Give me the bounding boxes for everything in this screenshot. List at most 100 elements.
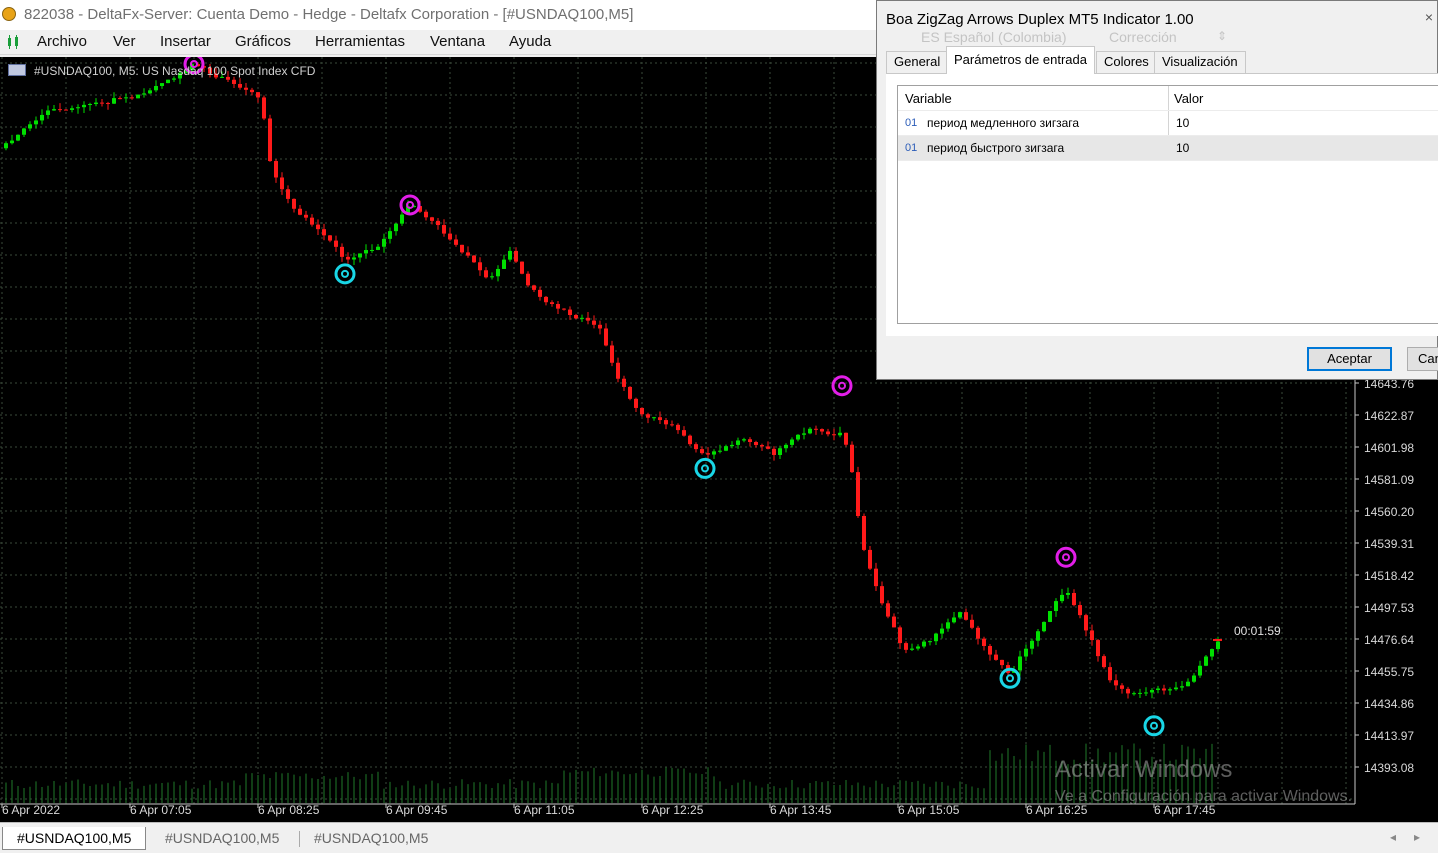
bar-countdown-timer: 00:01:59 bbox=[1234, 624, 1281, 638]
chart-tab-3[interactable]: #USNDAQ100,M5 bbox=[300, 827, 442, 849]
bullish-candle bbox=[136, 94, 140, 99]
menu-ventana[interactable]: Ventana bbox=[430, 33, 485, 50]
bullish-candle bbox=[508, 250, 512, 260]
bearish-candle bbox=[994, 654, 998, 660]
bearish-candle bbox=[484, 270, 488, 278]
bullish-candle bbox=[1060, 594, 1064, 602]
bullish-candle bbox=[490, 276, 494, 278]
column-variable[interactable]: Variable bbox=[905, 86, 952, 110]
bearish-candle bbox=[982, 638, 986, 646]
bearish-candle bbox=[538, 289, 542, 297]
bullish-candle bbox=[1150, 690, 1154, 693]
bearish-candle bbox=[1096, 640, 1100, 657]
table-row[interactable]: 01 период быстрого зигзага 10 bbox=[898, 136, 1438, 160]
chart-menu-icon[interactable] bbox=[6, 35, 20, 49]
bullish-candle bbox=[370, 249, 374, 251]
menu-ver[interactable]: Ver bbox=[113, 33, 136, 50]
bearish-candle bbox=[964, 612, 968, 620]
bearish-candle bbox=[328, 235, 332, 241]
x-tick-label: 6 Apr 13:45 bbox=[770, 803, 832, 817]
bearish-candle bbox=[688, 435, 692, 445]
param-value[interactable]: 10 bbox=[1176, 111, 1189, 135]
menu-archivo[interactable]: Archivo bbox=[37, 33, 87, 50]
tab-general[interactable]: General bbox=[886, 51, 949, 75]
bearish-candle bbox=[1114, 680, 1118, 686]
tab-visualization[interactable]: Visualización bbox=[1154, 51, 1246, 75]
bullish-candle bbox=[76, 107, 80, 109]
bearish-candle bbox=[772, 448, 776, 455]
bullish-candle bbox=[1132, 693, 1136, 695]
bullish-candle bbox=[154, 86, 158, 91]
bearish-candle bbox=[292, 198, 296, 209]
language-indicator: ES Español (Colombia) bbox=[921, 29, 1067, 45]
integer-param-icon: 01 bbox=[905, 142, 918, 154]
bullish-candle bbox=[1186, 681, 1190, 687]
bullish-candle bbox=[364, 250, 368, 254]
bullish-candle bbox=[70, 108, 74, 110]
bullish-candle bbox=[916, 646, 920, 649]
flag-icon bbox=[8, 64, 26, 76]
y-tick-label: 14539.31 bbox=[1364, 537, 1414, 551]
bearish-candle bbox=[892, 616, 896, 628]
x-tick-label: 6 Apr 15:05 bbox=[898, 803, 960, 817]
x-tick-label: 6 Apr 2022 bbox=[2, 803, 60, 817]
y-tick-label: 14455.75 bbox=[1364, 665, 1414, 679]
x-tick-label: 6 Apr 07:05 bbox=[130, 803, 192, 817]
bullish-candle bbox=[952, 617, 956, 623]
bearish-candle bbox=[274, 161, 278, 178]
tab-colors[interactable]: Colores bbox=[1096, 51, 1157, 75]
bearish-candle bbox=[430, 217, 434, 221]
bullish-candle bbox=[1024, 648, 1028, 657]
y-tick-label: 14497.53 bbox=[1364, 601, 1414, 615]
table-row[interactable]: 01 период медленного зигзага 10 bbox=[898, 111, 1438, 135]
zigzag-low-marker-dot bbox=[1006, 674, 1014, 683]
bearish-candle bbox=[604, 328, 608, 346]
bullish-candle bbox=[142, 93, 146, 95]
menu-herramientas[interactable]: Herramientas bbox=[315, 33, 405, 50]
bearish-candle bbox=[754, 442, 758, 446]
bearish-candle bbox=[592, 320, 596, 325]
chart-symbol-header: #USNDAQ100, M5: US Nasdaq 100 Spot Index… bbox=[8, 64, 315, 78]
bullish-candle bbox=[52, 109, 56, 111]
bearish-candle bbox=[970, 619, 974, 628]
bearish-candle bbox=[526, 273, 530, 286]
chart-tab-1[interactable]: #USNDAQ100,M5 bbox=[2, 827, 147, 850]
integer-param-icon: 01 bbox=[905, 117, 918, 129]
menu-insertar[interactable]: Insertar bbox=[160, 33, 211, 50]
column-value[interactable]: Valor bbox=[1174, 86, 1203, 110]
tab-scroll-left-icon[interactable]: ◂ bbox=[1390, 830, 1396, 844]
cancel-button[interactable]: Can bbox=[1407, 347, 1438, 371]
bearish-candle bbox=[130, 97, 134, 99]
y-tick-label: 14518.42 bbox=[1364, 569, 1414, 583]
bearish-candle bbox=[628, 386, 632, 399]
bullish-candle bbox=[1036, 631, 1040, 641]
bearish-candle bbox=[256, 92, 260, 98]
chart-tab-bar: #USNDAQ100,M5 #USNDAQ100,M5 #USNDAQ100,M… bbox=[0, 822, 1438, 853]
bullish-candle bbox=[388, 231, 392, 239]
bearish-candle bbox=[886, 603, 890, 617]
bearish-candle bbox=[64, 109, 68, 111]
bearish-candle bbox=[640, 407, 644, 415]
bearish-candle bbox=[232, 79, 236, 84]
tab-input-parameters[interactable]: Parámetros de entrada bbox=[946, 46, 1095, 74]
bullish-candle bbox=[1198, 665, 1202, 676]
bullish-candle bbox=[160, 83, 164, 87]
chart-tab-2[interactable]: #USNDAQ100,M5 bbox=[151, 827, 293, 849]
bullish-candle bbox=[802, 433, 806, 435]
menu-graficos[interactable]: Gráficos bbox=[235, 33, 291, 50]
bullish-candle bbox=[724, 446, 728, 451]
bullish-candle bbox=[910, 648, 914, 650]
bearish-candle bbox=[586, 317, 590, 321]
param-value[interactable]: 10 bbox=[1176, 136, 1189, 160]
tab-scroll-right-icon[interactable]: ▸ bbox=[1414, 830, 1420, 844]
bullish-candle bbox=[148, 90, 152, 94]
param-name: период медленного зигзага bbox=[927, 116, 1080, 130]
bearish-candle bbox=[610, 345, 614, 363]
menu-ayuda[interactable]: Ayuda bbox=[509, 33, 551, 50]
accept-button[interactable]: Aceptar bbox=[1307, 347, 1392, 371]
bearish-candle bbox=[244, 87, 248, 90]
bearish-candle bbox=[670, 424, 674, 426]
close-icon[interactable]: × bbox=[1425, 9, 1433, 25]
bullish-candle bbox=[946, 622, 950, 629]
bearish-candle bbox=[706, 453, 710, 455]
